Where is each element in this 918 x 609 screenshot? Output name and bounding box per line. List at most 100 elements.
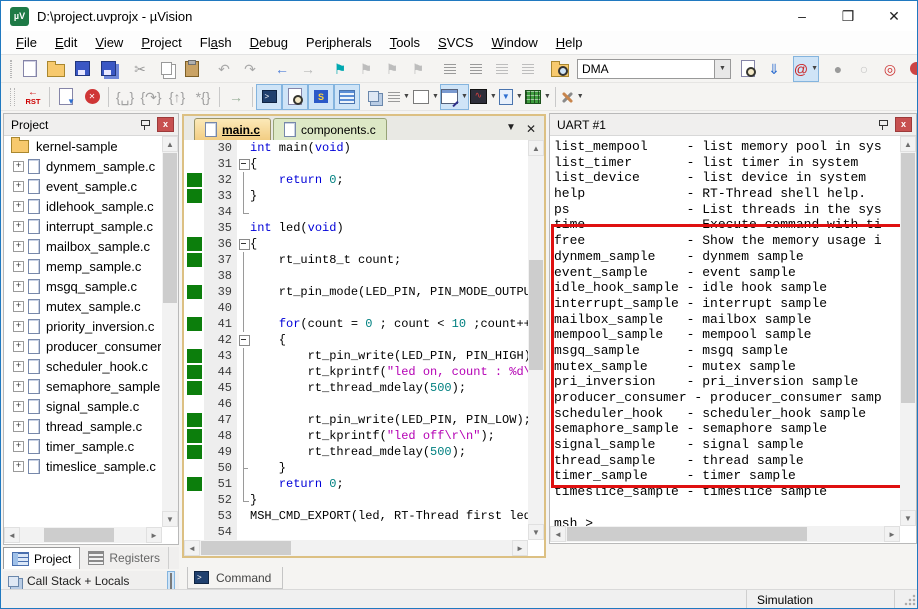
expand-plus-icon[interactable]: +	[13, 380, 24, 392]
expand-plus-icon[interactable]: +	[13, 240, 24, 252]
dropdown-arrow-icon[interactable]: ▼	[403, 93, 410, 100]
tab-command[interactable]: > Command	[187, 567, 283, 589]
menu-help[interactable]: Help	[547, 32, 592, 53]
find-combobox[interactable]: ▼	[577, 58, 731, 79]
dropdown-arrow-icon[interactable]: ▼	[461, 93, 468, 100]
close-panel-icon[interactable]: x	[895, 117, 912, 132]
new-file-button[interactable]	[17, 56, 43, 82]
incremental-find-button[interactable]: ⇓	[761, 56, 787, 82]
scroll-left-arrow-icon[interactable]: ◄	[550, 526, 566, 542]
save-all-button[interactable]	[95, 56, 121, 82]
editor-vscrollbar[interactable]: ▲ ▼	[528, 140, 544, 540]
reset-cpu-button[interactable]: RST	[20, 84, 46, 110]
toolbox-button[interactable]: ▼	[524, 84, 552, 110]
call-stack-window-button[interactable]	[360, 84, 386, 110]
code-editor[interactable]: 30 int main(void) 31{32 return 0; 33} 34 35 in…	[184, 140, 528, 540]
registers-window-button[interactable]	[334, 83, 360, 110]
dropdown-arrow-icon[interactable]: ▼	[577, 93, 584, 100]
tab-list-icon[interactable]: ▼	[506, 122, 516, 136]
watch-window-button[interactable]: ▼	[386, 84, 412, 110]
scroll-thumb[interactable]	[901, 153, 915, 403]
memory-window-button[interactable]: ▼	[412, 84, 440, 110]
menu-view[interactable]: View	[86, 32, 132, 53]
expand-plus-icon[interactable]: +	[13, 180, 24, 192]
save-button[interactable]	[69, 56, 95, 82]
expand-plus-icon[interactable]: +	[13, 440, 24, 452]
tree-item[interactable]: + memp_sample.c	[5, 256, 161, 276]
scroll-up-arrow-icon[interactable]: ▲	[162, 136, 178, 152]
tree-root-item[interactable]: kernel-sample	[5, 136, 161, 156]
menu-svcs[interactable]: SVCS	[429, 32, 482, 53]
combo-dropdown-icon[interactable]: ▼	[714, 58, 731, 79]
tree-item[interactable]: + scheduler_hook.c	[5, 356, 161, 376]
resize-grip-icon[interactable]	[903, 592, 917, 607]
expand-plus-icon[interactable]: +	[13, 360, 24, 372]
symbols-window-button[interactable]: S	[308, 83, 334, 110]
navigate-forward-button[interactable]: →	[295, 56, 321, 82]
expand-plus-icon[interactable]: +	[13, 300, 24, 312]
show-next-statement-button[interactable]	[53, 84, 79, 110]
tab-registers[interactable]: Registers	[80, 547, 170, 569]
tree-item[interactable]: + signal_sample.c	[5, 396, 161, 416]
serial-window-button[interactable]: ▼	[439, 83, 469, 110]
bookmark-toggle-button[interactable]: ⚑	[327, 56, 353, 82]
breakpoint-insert-button[interactable]: ●	[825, 56, 851, 82]
menu-tools[interactable]: Tools	[381, 32, 429, 53]
expand-plus-icon[interactable]: +	[13, 200, 24, 212]
scroll-thumb[interactable]	[44, 528, 114, 542]
expand-plus-icon[interactable]: +	[13, 260, 24, 272]
minimize-button[interactable]: –	[779, 1, 825, 31]
stop-debug-button[interactable]: ✕	[79, 84, 105, 110]
scroll-up-arrow-icon[interactable]: ▲	[900, 136, 916, 152]
undo-button[interactable]: ↶	[211, 56, 237, 82]
uart-hscrollbar[interactable]: ◄ ►	[550, 526, 900, 542]
expand-plus-icon[interactable]: +	[13, 340, 24, 352]
memory-windows-button[interactable]	[167, 571, 175, 591]
scroll-left-arrow-icon[interactable]: ◄	[4, 527, 20, 543]
tree-item[interactable]: + dynmem_sample.c	[5, 156, 161, 176]
menu-file[interactable]: File	[7, 32, 46, 53]
tree-item[interactable]: + priority_inversion.c	[5, 316, 161, 336]
cut-button[interactable]: ✂	[127, 56, 153, 82]
tree-item[interactable]: + mutex_sample.c	[5, 296, 161, 316]
close-button[interactable]: ✕	[871, 1, 917, 31]
tree-item[interactable]: + interrupt_sample.c	[5, 216, 161, 236]
scroll-down-arrow-icon[interactable]: ▼	[900, 510, 916, 526]
scroll-right-arrow-icon[interactable]: ►	[884, 526, 900, 542]
breakpoint-disable-button[interactable]: ○	[851, 56, 877, 82]
scroll-right-arrow-icon[interactable]: ►	[512, 540, 528, 556]
tree-item[interactable]: + semaphore_sample.c	[5, 376, 161, 396]
find-input[interactable]	[577, 58, 714, 79]
project-tree-hscrollbar[interactable]: ◄ ►	[4, 527, 162, 543]
paste-button[interactable]	[179, 56, 205, 82]
tree-item[interactable]: + timeslice_sample.c	[5, 456, 161, 476]
tree-item[interactable]: + event_sample.c	[5, 176, 161, 196]
dropdown-arrow-icon[interactable]: ▼	[490, 93, 497, 100]
uart-terminal[interactable]: list_mempool - list memory pool in sys li…	[551, 136, 899, 526]
navigate-back-button[interactable]: ←	[269, 56, 295, 82]
tree-item[interactable]: + mailbox_sample.c	[5, 236, 161, 256]
expand-plus-icon[interactable]: +	[13, 460, 24, 472]
dropdown-arrow-icon[interactable]: ▼	[544, 93, 551, 100]
menu-edit[interactable]: Edit	[46, 32, 86, 53]
breakpoint-enable-all-button[interactable]: ◎	[877, 56, 903, 82]
menu-peripherals[interactable]: Peripherals	[297, 32, 381, 53]
pin-icon[interactable]	[140, 119, 150, 131]
expand-plus-icon[interactable]: +	[13, 420, 24, 432]
scroll-left-arrow-icon[interactable]: ◄	[184, 540, 200, 556]
run-to-cursor-button[interactable]: *{}	[190, 84, 216, 110]
bookmark-next-button[interactable]: ⚑	[353, 56, 379, 82]
indent-button[interactable]	[437, 56, 463, 82]
analysis-window-button[interactable]: ∿ ▼	[469, 84, 498, 110]
dropdown-arrow-icon[interactable]: ▼	[432, 93, 439, 100]
scroll-thumb[interactable]	[163, 153, 177, 303]
expand-plus-icon[interactable]: +	[13, 160, 24, 172]
tree-item[interactable]: + msgq_sample.c	[5, 276, 161, 296]
tree-item[interactable]: + producer_consumer.c	[5, 336, 161, 356]
pin-icon[interactable]	[878, 119, 888, 131]
step-over-button[interactable]: {↷}	[138, 84, 164, 110]
close-file-icon[interactable]: ✕	[526, 122, 536, 136]
editor-hscrollbar[interactable]: ◄ ►	[184, 540, 528, 556]
tree-item[interactable]: + idlehook_sample.c	[5, 196, 161, 216]
fold-collapse-icon[interactable]	[239, 239, 250, 250]
